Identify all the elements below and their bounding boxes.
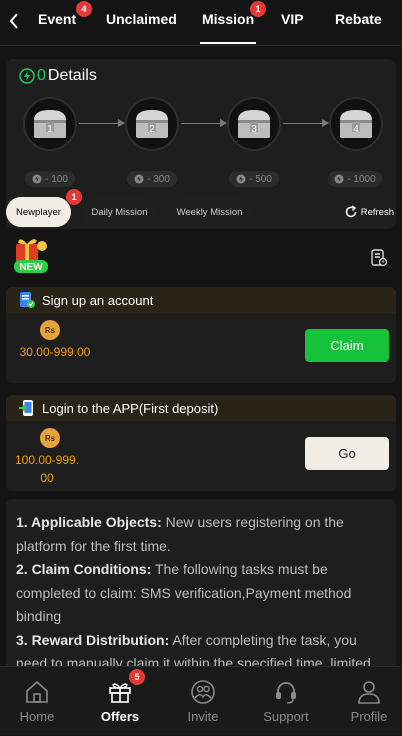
tab-mission[interactable]: Mission [199,11,257,44]
mission-badge: 1 [250,1,266,17]
task-reward-amount: 30.00-999.00 [19,345,91,359]
chest-arrow [79,119,125,127]
chest-4[interactable]: 4 [329,97,383,151]
task-reward-amount: 100.00-999.00 [14,453,80,485]
profile-icon [358,681,380,704]
treasure-chest-icon: 1 [34,110,66,138]
task-header: Sign up an account [6,287,396,313]
details-title-text: Details [47,67,97,84]
bottom-nav: Home Offers 5 Invite Support Profile [0,666,402,735]
subtab-newplayer[interactable]: Newplayer [6,197,71,227]
record-list-icon[interactable] [370,249,388,267]
app-login-icon [19,400,33,416]
chest-reward: - 1000 [328,171,382,187]
nav-invite[interactable]: Invite [168,667,238,736]
refresh-label: Refresh [360,206,394,218]
subtab-label: Weekly Mission [176,206,243,218]
tab-vip-label: VIP [281,11,304,27]
chest-number: 4 [353,124,359,135]
rupee-coin-icon: Rs [40,428,60,448]
refresh-icon [345,205,356,218]
lightning-icon [334,174,344,184]
chest-number: 1 [47,124,53,135]
top-tab-bar: Event 4 Unclaimed Mission 1 VIP Rebate [0,0,402,46]
tab-event[interactable]: Event [38,11,76,27]
chest-1[interactable]: 1 [23,97,77,151]
mission-subtabs: Newplayer 1 Daily Mission Weekly Mission… [0,189,402,227]
lightning-icon [236,174,246,184]
new-label: NEW [19,262,43,273]
chest-number: 2 [149,124,155,135]
subtab-weekly-mission[interactable]: Weekly Mission [167,197,252,227]
rule-3-heading: 3. Reward Distribution: [16,631,170,648]
treasure-chest-icon: 2 [136,110,168,138]
gift-icon: NEW [14,239,48,273]
tab-unclaimed[interactable]: Unclaimed [106,11,177,27]
nav-label: Support [263,709,309,724]
task-title: Sign up an account [42,292,154,308]
chest-reward: - 500 [229,171,279,187]
event-badge: 4 [76,1,92,17]
treasure-chest-icon: 3 [238,110,270,138]
nav-label: Invite [187,709,219,724]
task-card: Sign up an account Rs 30.00-999.00 Claim [6,287,396,383]
details-title: 0 Details [19,67,97,85]
chest-arrow [283,119,329,127]
claim-button[interactable]: Claim [305,329,389,362]
rupee-coin-icon: Rs [40,320,60,340]
tab-vip[interactable]: VIP [281,11,304,27]
chest-reward: - 100 [25,171,75,187]
go-button[interactable]: Go [305,437,389,470]
details-count: 0 [37,67,46,84]
tab-rebate-label: Rebate [335,11,382,27]
reward-text: - 100 [45,173,68,185]
tab-mission-label: Mission [202,11,255,27]
tab-event-label: Event [38,11,77,27]
reward-text: - 500 [249,173,272,185]
nav-label: Home [19,709,55,724]
chest-3[interactable]: 3 [227,97,281,151]
new-gift-icon: NEW [10,236,52,276]
lightning-icon [134,174,144,184]
subtab-daily-mission[interactable]: Daily Mission [82,197,157,227]
lightning-icon [19,68,35,84]
reward-text: - 300 [147,173,170,185]
rule-1-heading: 1. Applicable Objects: [16,514,162,530]
account-form-icon [20,292,35,308]
reward-text: - 1000 [347,173,376,185]
gift-box-icon [109,683,131,703]
subtab-label: Daily Mission [91,206,148,218]
headset-icon [276,682,296,704]
rules-panel: 1. Applicable Objects: New users registe… [6,499,396,666]
nav-home[interactable]: Home [2,667,72,736]
nav-support[interactable]: Support [251,667,321,736]
refresh-button[interactable]: Refresh [344,205,394,219]
offers-badge: 5 [129,669,145,685]
tab-rebate[interactable]: Rebate [335,11,382,27]
home-icon [26,680,48,703]
nav-label: Profile [350,709,388,724]
task-header: Login to the APP(First deposit) [6,395,396,421]
mission-content[interactable]: 0 Details 1 2 3 4 - 100 - 300 - 500 - 10… [0,46,402,666]
chest-number: 3 [251,124,257,135]
nav-label: Offers [100,709,140,724]
nav-profile[interactable]: Profile [334,667,402,736]
rule-2-heading: 2. Claim Conditions: [16,561,152,577]
subtab-label: Newplayer [16,206,61,218]
treasure-chest-icon: 4 [340,110,372,138]
chest-reward: - 300 [127,171,177,187]
chest-2[interactable]: 2 [125,97,179,151]
tab-unclaimed-label: Unclaimed [106,11,177,27]
newplayer-badge: 1 [66,189,82,205]
task-title: Login to the APP(First deposit) [42,400,219,416]
task-card: Login to the APP(First deposit) Rs 100.0… [6,395,396,491]
back-arrow-icon[interactable] [6,10,22,32]
lightning-icon [32,174,42,184]
invite-people-icon [191,680,215,704]
chest-arrow [181,119,227,127]
